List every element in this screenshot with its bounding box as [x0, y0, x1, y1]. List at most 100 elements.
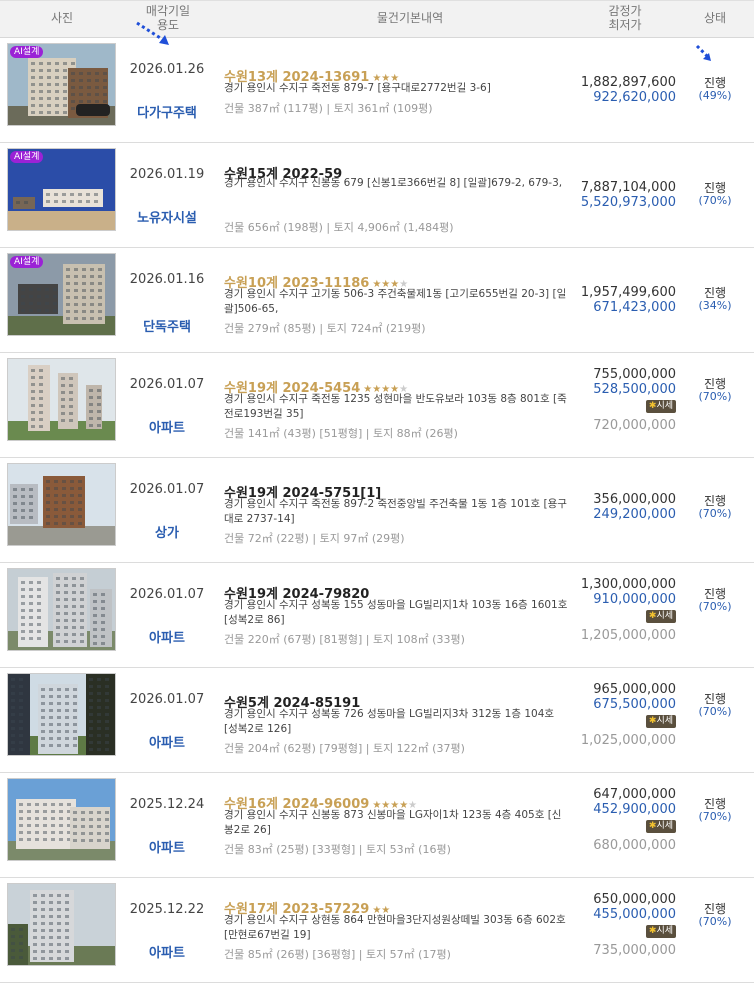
property-address: 경기 용인시 수지구 죽전동 879-7 [용구대로2772번길 3-6]: [224, 82, 491, 94]
area-info: 건물 279㎡ (85평) | 토지 724㎡ (219평): [224, 322, 426, 335]
property-photo[interactable]: [7, 568, 116, 651]
property-address: 경기 용인시 수지구 죽전동 1235 성현마을 반도유보라 103동 8층 8…: [224, 393, 567, 420]
ai-badge: AI설계: [10, 151, 44, 163]
area-info: 건물 204㎡ (62평) [79평형] | 토지 122㎡ (37평): [224, 742, 465, 755]
area-info: 건물 141㎡ (43평) [51평형] | 토지 88㎡ (26평): [224, 427, 458, 440]
market-label: 시세: [656, 716, 673, 726]
property-image: [8, 674, 115, 755]
sale-date: 2026.01.07: [129, 377, 205, 392]
sale-date: 2026.01.16: [129, 272, 205, 287]
sale-date: 2025.12.22: [129, 902, 205, 917]
property-photo[interactable]: [7, 463, 116, 546]
market-price-badge[interactable]: ✱시세: [645, 400, 676, 413]
property-image: [8, 884, 115, 965]
property-address: 경기 용인시 수지구 신봉동 679 [신봉1로366번길 8] [일괄]679…: [224, 177, 563, 189]
area-info: 건물 220㎡ (67평) [81평형] | 토지 108㎡ (33평): [224, 633, 465, 646]
table-row[interactable]: 2026.01.07 아파트 수원5계 2024-85191 경기 용인시 수지…: [0, 668, 754, 773]
header-price: 감정가 최저가: [590, 4, 660, 32]
header-info: 물건기본내역: [376, 11, 444, 25]
property-address: 경기 용인시 수지구 죽전동 897-2 죽전중앙빌 주건축물 1동 1층 10…: [224, 498, 567, 525]
property-photo[interactable]: [7, 883, 116, 966]
sale-date: 2025.12.24: [129, 797, 205, 812]
property-photo[interactable]: AI설계: [7, 148, 116, 231]
status-percent: (70%): [698, 507, 732, 520]
property-type[interactable]: 아파트: [126, 417, 208, 436]
area-info: 건물 83㎡ (25평) [33평형] | 토지 53㎡ (16평): [224, 843, 451, 856]
header-minimum-label: 최저가: [608, 18, 642, 32]
property-type[interactable]: 다가구주택: [126, 102, 208, 121]
property-type[interactable]: 아파트: [126, 837, 208, 856]
area-info: 건물 72㎡ (22평) | 토지 97㎡ (29평): [224, 532, 405, 545]
property-photo[interactable]: AI설계: [7, 253, 116, 336]
minimum-price: 528,500,000: [593, 382, 676, 397]
ai-badge: AI설계: [10, 256, 44, 268]
table-row[interactable]: 2025.12.22 아파트 수원17계 2023-57229 ★★ 경기 용인시…: [0, 878, 754, 983]
market-price: 720,000,000: [593, 418, 676, 433]
minimum-price: 249,200,000: [593, 507, 676, 522]
market-price: 680,000,000: [593, 838, 676, 853]
property-address: 경기 용인시 수지구 고기동 506-3 주건축물제1동 [고기로655번길 2…: [224, 288, 567, 315]
header-appraisal-label: 감정가: [608, 4, 642, 18]
market-price-badge[interactable]: ✱시세: [645, 715, 676, 728]
property-type[interactable]: 상가: [126, 522, 208, 541]
market-price-badge[interactable]: ✱시세: [645, 820, 676, 833]
property-image: [8, 359, 115, 440]
appraisal-price: 1,300,000,000: [580, 577, 676, 592]
market-label: 시세: [656, 821, 673, 831]
status-percent: (70%): [698, 705, 732, 718]
market-price-badge[interactable]: ✱시세: [645, 925, 676, 938]
minimum-price: 452,900,000: [593, 802, 676, 817]
status-percent: (70%): [698, 810, 732, 823]
property-type[interactable]: 아파트: [126, 942, 208, 961]
property-address: 경기 용인시 수지구 신봉동 873 신봉마을 LG자이1차 123동 4층 4…: [224, 809, 562, 836]
property-type[interactable]: 단독주택: [126, 316, 208, 335]
minimum-price: 675,500,000: [593, 697, 676, 712]
header-date-label: 매각기일: [145, 4, 191, 18]
minimum-price: 455,000,000: [593, 907, 676, 922]
market-price: 1,025,000,000: [580, 733, 676, 748]
table-row[interactable]: 2025.12.24 아파트 수원16계 2024-96009 ★★★★★ 경기 …: [0, 773, 754, 878]
appraisal-price: 7,887,104,000: [580, 180, 676, 195]
table-row[interactable]: 2026.01.07 아파트 수원19계 2024-79820 경기 용인시 수…: [0, 563, 754, 668]
property-photo[interactable]: AI설계: [7, 43, 116, 126]
appraisal-price: 755,000,000: [593, 367, 676, 382]
header-photo: 사진: [50, 11, 74, 25]
property-image: [8, 464, 115, 545]
appraisal-price: 1,882,897,600: [580, 75, 676, 90]
table-row[interactable]: AI설계 2026.01.16 단독주택 수원10계 2023-11186 ★★★…: [0, 248, 754, 353]
sale-date: 2026.01.26: [129, 62, 205, 77]
property-type[interactable]: 노유자시설: [126, 207, 208, 226]
property-address: 경기 용인시 수지구 성복동 726 성동마을 LG빌리지3차 312동 1층 …: [224, 708, 555, 735]
appraisal-price: 647,000,000: [593, 787, 676, 802]
appraisal-price: 650,000,000: [593, 892, 676, 907]
status-percent: (34%): [698, 299, 732, 312]
table-row[interactable]: 2026.01.07 아파트 수원19계 2024-5454 ★★★★★ 경기 용…: [0, 353, 754, 458]
market-price: 735,000,000: [593, 943, 676, 958]
area-info: 건물 387㎡ (117평) | 토지 361㎡ (109평): [224, 102, 433, 115]
table-row[interactable]: 2026.01.07 상가 수원19계 2024-5751[1] 경기 용인시 …: [0, 458, 754, 563]
status-percent: (49%): [698, 89, 732, 102]
property-address: 경기 용인시 수지구 성복동 155 성동마을 LG빌리지1차 103동 16층…: [224, 599, 568, 626]
appraisal-price: 965,000,000: [593, 682, 676, 697]
header-status: 상태: [703, 11, 727, 25]
table-row[interactable]: AI설계 2026.01.19 노유자시설 수원15계 2022-59 경기 용…: [0, 143, 754, 248]
property-type[interactable]: 아파트: [126, 732, 208, 751]
property-photo[interactable]: [7, 673, 116, 756]
status-percent: (70%): [698, 390, 732, 403]
market-label: 시세: [656, 926, 673, 936]
property-image: [8, 569, 115, 650]
market-label: 시세: [656, 611, 673, 621]
sale-date: 2026.01.07: [129, 587, 205, 602]
status-percent: (70%): [698, 915, 732, 928]
appraisal-price: 1,957,499,600: [580, 285, 676, 300]
property-type[interactable]: 아파트: [126, 627, 208, 646]
table-header: 사진 매각기일 용도 물건기본내역 감정가 최저가 상태: [0, 0, 754, 38]
property-photo[interactable]: [7, 778, 116, 861]
status-percent: (70%): [698, 600, 732, 613]
property-photo[interactable]: [7, 358, 116, 441]
table-row[interactable]: AI설계 2026.01.26 다가구주택 수원13계 2024-13691 ★★…: [0, 38, 754, 143]
area-info: 건물 656㎡ (198평) | 토지 4,906㎡ (1,484평): [224, 221, 454, 234]
status-percent: (70%): [698, 194, 732, 207]
market-price-badge[interactable]: ✱시세: [645, 610, 676, 623]
market-price: 1,205,000,000: [580, 628, 676, 643]
